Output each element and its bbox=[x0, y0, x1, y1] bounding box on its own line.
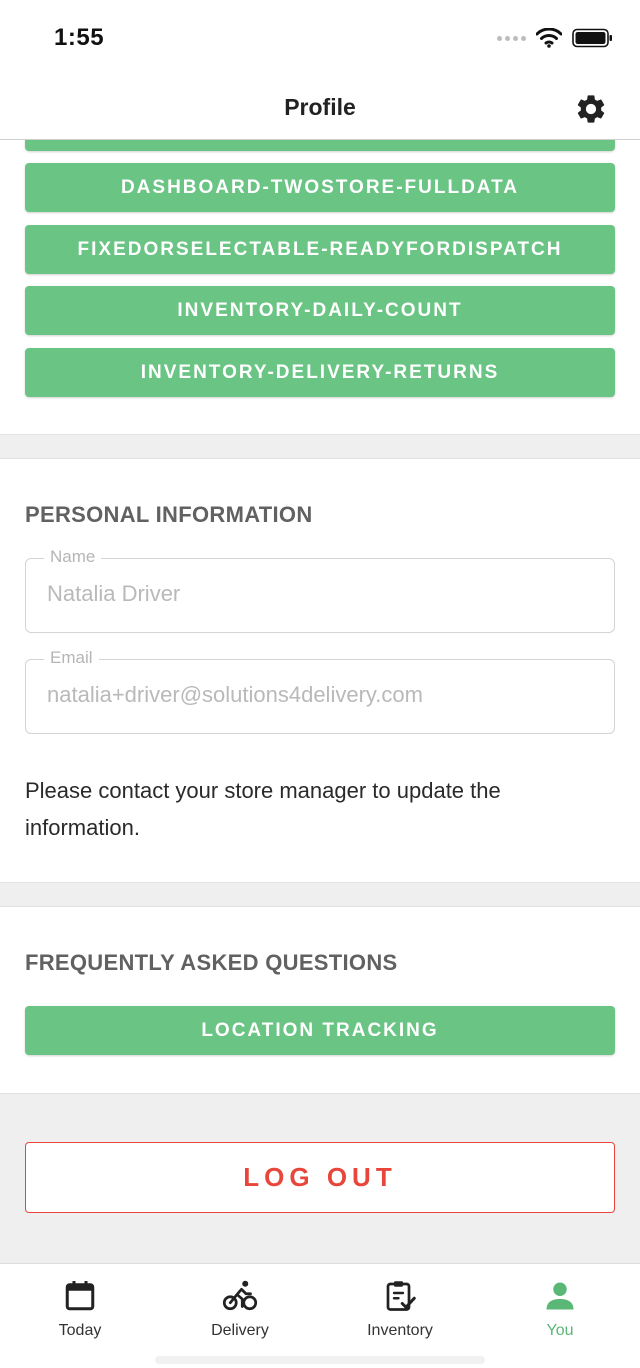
person-icon bbox=[546, 1282, 574, 1310]
tab-today[interactable]: Today bbox=[0, 1264, 160, 1354]
tab-inventory-label: Inventory bbox=[367, 1322, 433, 1339]
name-field-value: Natalia Driver bbox=[47, 581, 181, 606]
section-divider bbox=[0, 434, 640, 459]
tab-delivery-label: Delivery bbox=[211, 1322, 269, 1339]
status-bar: 1:55 bbox=[0, 0, 640, 78]
email-field-value: natalia+driver@solutions4delivery.com bbox=[47, 682, 423, 707]
status-icons bbox=[497, 28, 614, 48]
faq-title: FREQUENTLY ASKED QUESTIONS bbox=[25, 950, 398, 975]
name-field-label: Name bbox=[44, 547, 102, 567]
header: Profile bbox=[0, 78, 640, 140]
email-field-label: Email bbox=[44, 648, 99, 668]
home-indicator bbox=[155, 1356, 485, 1364]
page-title: Profile bbox=[284, 94, 356, 120]
clipboard-check-icon bbox=[386, 1281, 416, 1311]
section-divider bbox=[0, 882, 640, 907]
tab-you[interactable]: You bbox=[480, 1264, 640, 1354]
tab-today-label: Today bbox=[58, 1322, 102, 1339]
bicycle-icon bbox=[222, 1280, 258, 1311]
store-button-partial[interactable] bbox=[25, 140, 615, 151]
store-button-inventory-delivery-returns[interactable]: INVENTORY-DELIVERY-RETURNS bbox=[25, 348, 615, 397]
tab-you-label: You bbox=[546, 1322, 574, 1339]
status-time: 1:55 bbox=[54, 24, 105, 51]
store-button-dashboard-twostore-fulldata[interactable]: DASHBOARD-TWOSTORE-FULLDATA bbox=[25, 163, 615, 212]
tab-delivery[interactable]: Delivery bbox=[160, 1264, 320, 1354]
battery-icon bbox=[572, 28, 612, 48]
email-field[interactable]: Email natalia+driver@solutions4delivery.… bbox=[25, 648, 615, 734]
wifi-icon bbox=[536, 28, 562, 48]
signal-icon bbox=[497, 35, 526, 41]
settings-gear-icon[interactable] bbox=[574, 92, 608, 126]
calendar-icon bbox=[65, 1281, 95, 1311]
tab-bar: Today Delivery Inventory You bbox=[0, 1263, 640, 1368]
contact-manager-note: Please contact your store manager to upd… bbox=[25, 778, 501, 840]
tab-inventory[interactable]: Inventory bbox=[320, 1264, 480, 1354]
store-button-inventory-daily-count[interactable]: INVENTORY-DAILY-COUNT bbox=[25, 286, 615, 335]
logout-button[interactable]: LOG OUT bbox=[25, 1142, 615, 1213]
store-button-fixedorselectable-readyfordispatch[interactable]: FIXEDORSELECTABLE-READYFORDISPATCH bbox=[25, 225, 615, 274]
faq-button-location-tracking[interactable]: LOCATION TRACKING bbox=[25, 1006, 615, 1055]
personal-info-title: PERSONAL INFORMATION bbox=[25, 502, 313, 527]
name-field[interactable]: Name Natalia Driver bbox=[25, 547, 615, 633]
